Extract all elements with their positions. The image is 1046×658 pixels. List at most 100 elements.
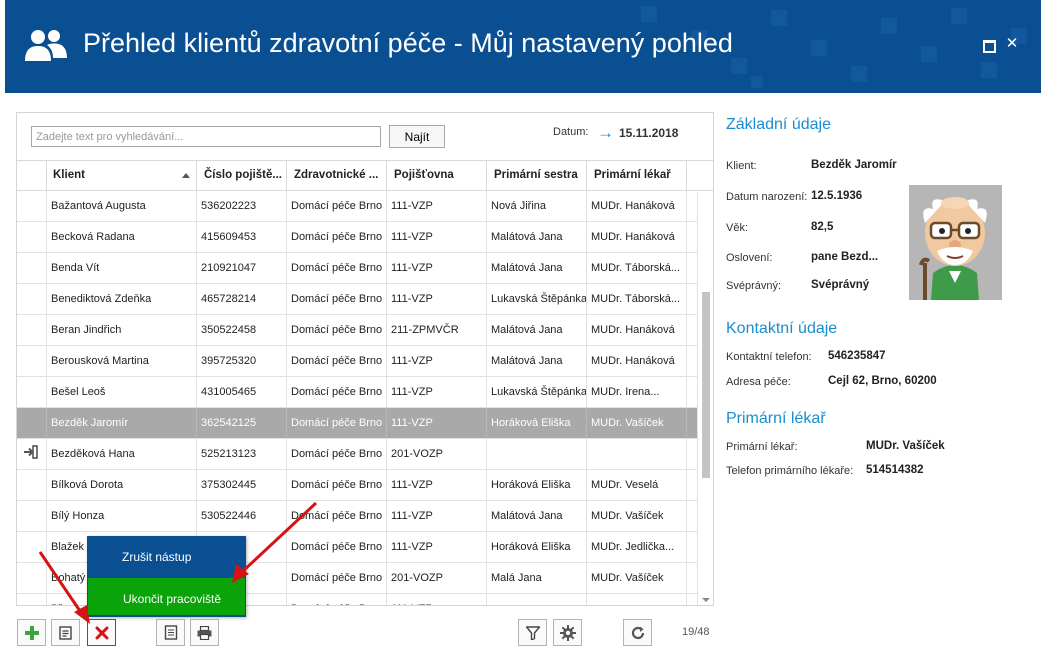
doctor-cell: MUDr. Vašíček [587,501,687,531]
column-header-facility[interactable]: Zdravotnické ... [287,161,387,190]
add-button[interactable] [17,619,46,646]
insurance-number-cell: 362542125 [197,408,287,438]
nurse-cell: Malátová Jana [487,501,587,531]
maximize-icon[interactable] [980,36,996,53]
care-address-label: Adresa péče: [726,376,791,388]
client-cell: Becková Radana [47,222,197,252]
row-indicator-cell [17,315,47,345]
document-button[interactable] [156,619,185,646]
search-input[interactable] [31,126,381,147]
column-header-primary-doctor[interactable]: Primární lékař [587,161,687,190]
delete-button[interactable] [87,619,116,646]
refresh-button[interactable] [623,619,652,646]
doctor-cell: MUDr. Vašíček [587,408,687,438]
filter-button[interactable] [518,619,547,646]
insurer-cell: 111-VZP [387,501,487,531]
client-cell: Berousková Martina [47,346,197,376]
insurer-cell: 201-VOZP [387,439,487,469]
nurse-cell: Malá Jana [487,563,587,593]
row-indicator-cell [17,346,47,376]
doctor-phone-label: Telefon primárního lékaře: [726,465,854,477]
table-row[interactable]: Berousková Martina 395725320 Domácí péče B… [17,346,713,377]
menu-item-end-workplace[interactable]: Ukončit pracoviště [87,577,246,616]
settings-button[interactable] [553,619,582,646]
insurer-cell: 111-VZP [387,470,487,500]
column-header-client[interactable]: Klient [47,161,197,190]
table-row[interactable]: Becková Radana 415609453 Domácí péče Brno 1… [17,222,713,253]
client-cell: Bažantová Augusta [47,191,197,221]
row-indicator-cell [17,408,47,438]
insurer-cell: 111-VZP [387,377,487,407]
table-row[interactable]: Bezděk Jaromír 362542125 Domácí péče Brno 1… [17,408,713,439]
doctor-cell: MUDr. Hanáková [587,346,687,376]
table-row[interactable]: Benda Vít 210921047 Domácí péče Brno 111-VZ… [17,253,713,284]
insurance-number-cell: 465728214 [197,284,287,314]
delete-x-icon [95,626,108,639]
row-indicator-cell [17,594,47,605]
insurer-cell: 111-VZP [387,408,487,438]
table-row[interactable]: Bílý Honza 530522446 Domácí péče Brno 111-V… [17,501,713,532]
insurer-cell: 211-ZPMVČR [387,315,487,345]
close-icon[interactable]: ✕ [1004,36,1020,52]
scrollbar-thumb[interactable] [702,292,710,478]
insurer-cell: 111-VZP [387,191,487,221]
nurse-cell: Horáková Eliška [487,470,587,500]
competent-value: Svéprávný [811,279,870,291]
facility-cell: Domácí péče Brno [287,470,387,500]
facility-cell: Domácí péče Brno [287,594,387,605]
column-header-primary-nurse[interactable]: Primární sestra [487,161,587,190]
birth-date-value: 12.5.1936 [811,190,863,202]
find-button[interactable]: Najít [389,125,445,148]
doctor-cell: MUDr. Jedlička... [587,532,687,562]
doctor-cell: MUDr. Vašíček [587,563,687,593]
client-cell: Bezděk Jaromír [47,408,197,438]
window-title: Přehled klientů zdravotní péče - Můj nas… [83,28,733,58]
edit-icon [58,625,72,640]
title-bar: Přehled klientů zdravotní péče - Můj nas… [5,0,1041,93]
table-row[interactable]: Benediktová Zdeňka 465728214 Domácí péče B… [17,284,713,315]
row-indicator-cell [17,501,47,531]
client-detail-panel: Základní údaje Klient: Bezděk Jaromír Da… [714,112,1040,606]
vertical-scrollbar[interactable] [697,192,713,605]
insurance-number-cell: 210921047 [197,253,287,283]
salutation-value: pane Bezd... [811,251,879,263]
header-spacer-cell [687,161,713,190]
insurer-cell: 201-VOZP [387,563,487,593]
insurance-number-cell: 375302445 [197,470,287,500]
avatar-illustration [909,185,1002,300]
table-row[interactable]: Bažantová Augusta 536202223 Domácí péče Br… [17,191,713,222]
nurse-cell: Nová Jiřina [487,191,587,221]
table-row[interactable]: Bílková Dorota 375302445 Domácí péče Brno 1… [17,470,713,501]
context-menu: Zrušit nástup Ukončit pracoviště [87,536,246,617]
primary-doctor-title: Primární lékař [726,410,826,427]
nurse-cell [487,439,587,469]
print-button[interactable] [190,619,219,646]
column-header-insurer[interactable]: Pojišťovna [387,161,487,190]
table-row[interactable]: Beran Jindřich 350522458 Domácí péče Brno 2… [17,315,713,346]
column-header-insurance-number[interactable]: Číslo pojiště... [197,161,287,190]
arrow-right-icon[interactable]: → [597,123,614,142]
nurse-cell: Malátová Jana [487,315,587,345]
edit-button[interactable] [51,619,80,646]
doctor-cell: MUDr. Irena... [587,377,687,407]
insurance-number-cell: 536202223 [197,191,287,221]
facility-cell: Domácí péče Brno [287,563,387,593]
row-indicator-cell [17,284,47,314]
age-value: 82,5 [811,221,834,233]
client-cell: Bílý Honza [47,501,197,531]
menu-item-cancel-admission[interactable]: Zrušit nástup [87,536,246,576]
insurer-cell: 111-VZP [387,284,487,314]
scroll-down-icon[interactable] [702,598,710,602]
filter-icon [525,625,540,640]
table-row[interactable]: Bezděková Hana 525213123 Domácí péče Brno 2… [17,439,713,470]
client-value: Bezděk Jaromír [811,159,897,171]
date-value[interactable]: 15.11.2018 [619,126,678,140]
refresh-icon [631,626,644,639]
print-icon [197,625,212,640]
plus-icon [24,625,39,640]
client-grid-panel: Najít Datum: → 15.11.2018 Klient Číslo p… [16,112,714,606]
table-row[interactable]: Bešel Leoš 431005465 Domácí péče Brno 111-V… [17,377,713,408]
insurance-number-cell: 431005465 [197,377,287,407]
insurer-cell: 111-VZP [387,222,487,252]
gear-icon [559,624,576,641]
